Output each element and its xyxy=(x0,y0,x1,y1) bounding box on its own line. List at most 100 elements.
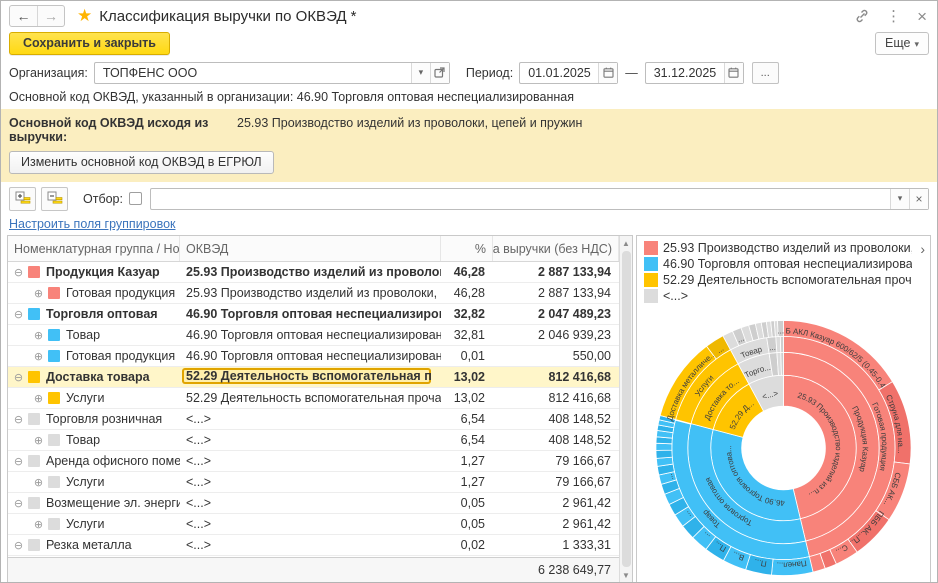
more-button[interactable]: Еще▾ xyxy=(875,32,929,55)
expand-node-icon[interactable]: ⊕ xyxy=(32,434,45,447)
percent-cell[interactable]: 0,05 xyxy=(441,517,493,531)
amount-cell[interactable]: 550,00 xyxy=(493,349,619,363)
percent-cell[interactable]: 0,02 xyxy=(441,538,493,552)
chart-expand-chevron-icon[interactable]: › xyxy=(920,242,925,256)
amount-cell[interactable]: 79 166,67 xyxy=(493,475,619,489)
table-scrollbar[interactable]: ▲ ▼ xyxy=(619,236,632,582)
amount-cell[interactable]: 408 148,52 xyxy=(493,412,619,426)
percent-cell[interactable]: 6,54 xyxy=(441,433,493,447)
table-row[interactable]: ⊖Доставка товара52.29 Деятельность вспом… xyxy=(8,367,619,388)
expand-node-icon[interactable]: ⊕ xyxy=(32,329,45,342)
selection-clear-icon[interactable]: × xyxy=(909,189,928,209)
expand-node-icon[interactable]: ⊕ xyxy=(32,350,45,363)
table-row[interactable]: ⊖Возмещение эл. энергии<...>0,052 961,42 xyxy=(8,493,619,514)
amount-cell[interactable]: 2 961,42 xyxy=(493,517,619,531)
table-row[interactable]: ⊖Резка металла<...>0,021 333,31 xyxy=(8,535,619,556)
percent-cell[interactable]: 1,27 xyxy=(441,454,493,468)
collapse-node-icon[interactable]: ⊖ xyxy=(12,539,25,552)
amount-cell[interactable]: 2 047 489,23 xyxy=(493,307,619,321)
collapse-node-icon[interactable]: ⊖ xyxy=(12,308,25,321)
percent-cell[interactable]: 0,05 xyxy=(441,496,493,510)
okved-cell[interactable]: <...> xyxy=(180,475,441,489)
expand-all-icon[interactable] xyxy=(9,187,36,211)
okved-cell[interactable]: 52.29 Деятельность вспомогательная проча… xyxy=(180,368,441,387)
percent-cell[interactable]: 0,01 xyxy=(441,349,493,363)
calendar-icon[interactable] xyxy=(598,63,617,83)
percent-cell[interactable]: 13,02 xyxy=(441,370,493,384)
column-header[interactable]: % xyxy=(441,236,493,261)
okved-cell[interactable]: 25.93 Производство изделий из проволоки,… xyxy=(180,286,441,300)
amount-cell[interactable]: 2 961,42 xyxy=(493,496,619,510)
collapse-node-icon[interactable]: ⊖ xyxy=(12,413,25,426)
amount-cell[interactable]: 1 333,31 xyxy=(493,538,619,552)
scroll-up-icon[interactable]: ▲ xyxy=(622,236,630,250)
menu-kebab-icon[interactable]: ⋮ xyxy=(886,9,901,24)
selection-input[interactable]: ▾ × xyxy=(150,188,929,210)
okved-cell[interactable]: 46.90 Торговля оптовая неспециализирован… xyxy=(180,307,441,321)
table-row[interactable]: ⊖Торговля оптовая46.90 Торговля оптовая … xyxy=(8,304,619,325)
scroll-down-icon[interactable]: ▼ xyxy=(622,568,630,582)
scrollbar-thumb[interactable] xyxy=(622,251,631,567)
table-row[interactable]: ⊕Услуги52.29 Деятельность вспомогательна… xyxy=(8,388,619,409)
percent-cell[interactable]: 32,82 xyxy=(441,307,493,321)
column-header[interactable]: Номенклатурная группа / Номен... xyxy=(8,236,180,261)
configure-grouping-link[interactable]: Настроить поля группировок xyxy=(9,217,176,231)
selection-dropdown-icon[interactable]: ▾ xyxy=(890,189,909,209)
sunburst-chart[interactable]: 25.93 Производство изделий из п...46.90 … xyxy=(637,318,930,582)
organization-open-icon[interactable] xyxy=(430,63,449,83)
close-icon[interactable]: × xyxy=(917,8,927,25)
table-row[interactable]: ⊖Продукция Казуар25.93 Производство изде… xyxy=(8,262,619,283)
table-row[interactable]: ⊕Товар<...>6,54408 148,52 xyxy=(8,430,619,451)
change-okved-button[interactable]: Изменить основной код ОКВЭД в ЕГРЮЛ xyxy=(9,151,274,174)
amount-cell[interactable]: 408 148,52 xyxy=(493,433,619,447)
table-row[interactable]: ⊕Товар46.90 Торговля оптовая неспециализ… xyxy=(8,325,619,346)
okved-cell-focused[interactable]: 52.29 Деятельность вспомогательная проча… xyxy=(182,368,431,384)
amount-cell[interactable]: 812 416,68 xyxy=(493,391,619,405)
okved-cell[interactable]: <...> xyxy=(180,496,441,510)
period-from-field[interactable]: 01.01.2025 xyxy=(519,62,618,84)
amount-cell[interactable]: 2 887 133,94 xyxy=(493,286,619,300)
okved-cell[interactable]: <...> xyxy=(180,538,441,552)
percent-cell[interactable]: 1,27 xyxy=(441,475,493,489)
collapse-node-icon[interactable]: ⊖ xyxy=(12,371,25,384)
forward-button[interactable]: → xyxy=(37,6,64,26)
okved-cell[interactable]: 52.29 Деятельность вспомогательная проча… xyxy=(180,391,441,405)
column-header[interactable]: ОКВЭД xyxy=(180,236,441,261)
favorite-star-icon[interactable]: ★ xyxy=(77,6,92,26)
collapse-all-icon[interactable] xyxy=(41,187,68,211)
percent-cell[interactable]: 46,28 xyxy=(441,286,493,300)
collapse-node-icon[interactable]: ⊖ xyxy=(12,455,25,468)
amount-cell[interactable]: 2 046 939,23 xyxy=(493,328,619,342)
okved-cell[interactable]: <...> xyxy=(180,412,441,426)
collapse-node-icon[interactable]: ⊖ xyxy=(12,497,25,510)
amount-cell[interactable]: 2 887 133,94 xyxy=(493,265,619,279)
percent-cell[interactable]: 6,54 xyxy=(441,412,493,426)
okved-cell[interactable]: 46.90 Торговля оптовая неспециализирован… xyxy=(180,328,441,342)
get-link-icon[interactable] xyxy=(854,8,870,24)
table-row[interactable]: ⊖Торговля розничная<...>6,54408 148,52 xyxy=(8,409,619,430)
table-row[interactable]: ⊖Аренда офисного помещ...<...>1,2779 166… xyxy=(8,451,619,472)
amount-cell[interactable]: 812 416,68 xyxy=(493,370,619,384)
sunburst-segment[interactable] xyxy=(780,336,783,352)
save-and-close-button[interactable]: Сохранить и закрыть xyxy=(9,32,170,55)
calendar-icon[interactable] xyxy=(724,63,743,83)
organization-field[interactable]: ТОПФЕНС ООО ▾ xyxy=(94,62,450,84)
okved-cell[interactable]: 25.93 Производство изделий из проволоки,… xyxy=(180,265,441,279)
sunburst-segment[interactable] xyxy=(656,443,672,450)
collapse-node-icon[interactable]: ⊖ xyxy=(12,266,25,279)
table-row[interactable]: ⊕Услуги<...>1,2779 166,67 xyxy=(8,472,619,493)
selection-checkbox[interactable] xyxy=(129,192,142,205)
sunburst-segment[interactable] xyxy=(781,352,784,375)
percent-cell[interactable]: 32,81 xyxy=(441,328,493,342)
table-row[interactable]: ⊕Услуги<...>0,052 961,42 xyxy=(8,514,619,535)
expand-node-icon[interactable]: ⊕ xyxy=(32,476,45,489)
okved-cell[interactable]: 46.90 Торговля оптовая неспециализирован… xyxy=(180,349,441,363)
period-options-button[interactable]: ... xyxy=(752,62,779,84)
expand-node-icon[interactable]: ⊕ xyxy=(32,392,45,405)
okved-cell[interactable]: <...> xyxy=(180,433,441,447)
expand-node-icon[interactable]: ⊕ xyxy=(32,518,45,531)
okved-cell[interactable]: <...> xyxy=(180,517,441,531)
column-header[interactable]: Сумма выручки (без НДС) xyxy=(493,236,619,261)
period-to-field[interactable]: 31.12.2025 xyxy=(645,62,744,84)
expand-node-icon[interactable]: ⊕ xyxy=(32,287,45,300)
